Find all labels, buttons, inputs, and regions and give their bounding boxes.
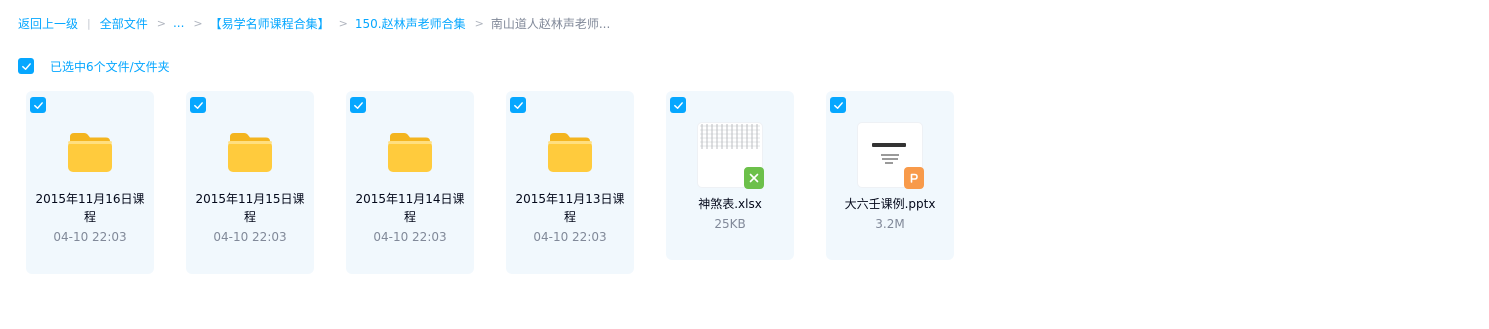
breadcrumb-separator-icon: > [193,16,203,30]
selection-bar: 已选中6个文件/文件夹 [18,58,170,74]
item-name[interactable]: 2015年11月13日课程 [514,190,626,226]
item-checkbox[interactable] [510,97,526,113]
back-link[interactable]: 返回上一级 [18,15,78,32]
item-checkbox[interactable] [670,97,686,113]
check-icon [33,101,43,109]
file-card[interactable]: 神煞表.xlsx 25KB [666,91,794,260]
item-modified-time: 04-10 22:03 [373,230,447,244]
item-checkbox[interactable] [830,97,846,113]
item-name[interactable]: 神煞表.xlsx [674,195,786,213]
spreadsheet-thumbnail [698,123,764,189]
excel-icon [744,167,764,189]
item-modified-time: 04-10 22:03 [533,230,607,244]
folder-card[interactable]: 2015年11月16日课程 04-10 22:03 [26,91,154,274]
item-name[interactable]: 2015年11月16日课程 [34,190,146,226]
item-size: 25KB [714,217,746,231]
breadcrumb-folder-2[interactable]: 150.赵林声老师合集 [355,15,466,32]
breadcrumb-separator-icon: > [474,16,484,30]
breadcrumb-ellipsis[interactable]: ... [173,16,184,30]
breadcrumb-folder-1[interactable]: 【易学名师课程合集】 [210,15,330,32]
item-name[interactable]: 大六壬课例.pptx [834,195,946,213]
folder-card[interactable]: 2015年11月14日课程 04-10 22:03 [346,91,474,274]
folder-icon [228,133,272,172]
check-icon [193,101,203,109]
breadcrumb-separator-icon: > [338,16,348,30]
item-name[interactable]: 2015年11月14日课程 [354,190,466,226]
item-checkbox[interactable] [30,97,46,113]
powerpoint-icon [904,167,924,189]
breadcrumb-separator-icon: > [156,16,166,30]
item-modified-time: 04-10 22:03 [53,230,127,244]
item-size: 3.2M [875,217,905,231]
check-icon [513,101,523,109]
all-files-link[interactable]: 全部文件 [100,15,148,32]
check-icon [353,101,363,109]
breadcrumb: 返回上一级 | 全部文件 > ... > 【易学名师课程合集】 > 150.赵林… [18,15,610,31]
folder-card[interactable]: 2015年11月15日课程 04-10 22:03 [186,91,314,274]
check-icon [833,101,843,109]
file-card[interactable]: 大六壬课例.pptx 3.2M [826,91,954,260]
item-checkbox[interactable] [350,97,366,113]
item-modified-time: 04-10 22:03 [213,230,287,244]
folder-card[interactable]: 2015年11月13日课程 04-10 22:03 [506,91,634,274]
check-icon [673,101,683,109]
folder-icon [388,133,432,172]
breadcrumb-current: 南山道人赵林声老师... [490,16,611,31]
folder-icon [548,133,592,172]
item-checkbox[interactable] [190,97,206,113]
breadcrumb-divider: | [87,16,91,30]
check-icon [21,62,31,70]
selection-count-text: 已选中6个文件/文件夹 [50,59,170,74]
item-name[interactable]: 2015年11月15日课程 [194,190,306,226]
presentation-thumbnail [858,123,924,189]
select-all-checkbox[interactable] [18,58,34,74]
folder-icon [68,133,112,172]
